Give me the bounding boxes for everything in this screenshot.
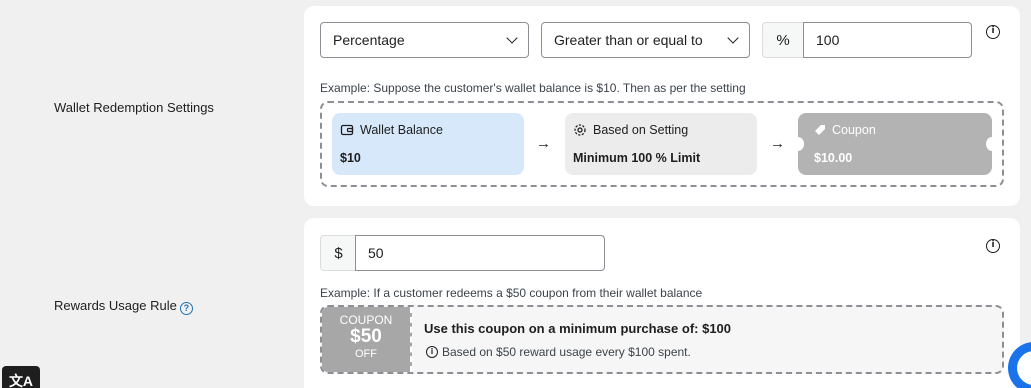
coupon-value: $10.00: [814, 151, 853, 165]
info-icon[interactable]: i: [986, 25, 1000, 39]
redemption-type-select[interactable]: Percentage: [320, 22, 529, 58]
info-icon: i: [426, 346, 438, 358]
coupon-title: Coupon: [832, 123, 876, 137]
arrow-right-icon: →: [536, 135, 551, 152]
coupon-stub: COUPON $50 OFF: [322, 307, 412, 372]
help-icon[interactable]: ?: [179, 302, 193, 315]
chevron-down-icon: [506, 32, 518, 44]
tag-icon: [815, 125, 825, 135]
wallet-redemption-label: Wallet Redemption Settings: [54, 100, 214, 115]
coupon-stub-amount: $50: [350, 326, 382, 347]
setting-value: Minimum 100 % Limit: [573, 151, 701, 165]
wallet-balance-title: Wallet Balance: [360, 123, 443, 137]
gear-icon: [574, 124, 586, 136]
chevron-down-icon: [727, 32, 739, 44]
coupon-stub-top: COUPON: [339, 313, 393, 327]
coupon-note-row: i Based on $50 reward usage every $100 s…: [426, 345, 691, 359]
coupon-stub-bottom: OFF: [355, 348, 377, 360]
coupon-tile: Coupon $10.00: [792, 113, 998, 175]
translate-button[interactable]: 文A: [2, 366, 40, 388]
coupon-note: Based on $50 reward usage every $100 spe…: [442, 345, 691, 359]
redemption-example-text: Example: Suppose the customer's wallet b…: [320, 81, 746, 95]
setting-tile: Based on Setting Minimum 100 % Limit: [565, 113, 757, 175]
rewards-usage-label: Rewards Usage Rule?: [54, 298, 193, 315]
rewards-amount-input[interactable]: 50: [355, 235, 605, 271]
coupon-headline: Use this coupon on a minimum purchase of…: [424, 321, 732, 336]
wallet-balance-value: $10: [340, 151, 361, 165]
setting-title: Based on Setting: [593, 123, 689, 137]
rewards-usage-label-text: Rewards Usage Rule: [54, 298, 177, 313]
info-icon[interactable]: i: [986, 239, 1000, 253]
redemption-type-value: Percentage: [333, 32, 405, 48]
redemption-condition-select[interactable]: Greater than or equal to: [541, 22, 750, 58]
rewards-usage-card: $ 50 i Example: If a customer redeems a …: [304, 218, 1020, 388]
redemption-amount-input[interactable]: 100: [803, 22, 972, 58]
redemption-condition-value: Greater than or equal to: [554, 32, 703, 48]
wallet-balance-tile: Wallet Balance $10: [332, 113, 524, 175]
rewards-example-text: Example: If a customer redeems a $50 cou…: [320, 286, 703, 300]
wallet-redemption-card: Percentage Greater than or equal to % 10…: [304, 6, 1020, 206]
percent-addon: %: [762, 22, 803, 58]
rewards-coupon-box: COUPON $50 OFF Use this coupon on a mini…: [320, 305, 1004, 374]
redemption-flow-box: Wallet Balance $10 → Based on Setting Mi…: [320, 101, 1004, 187]
arrow-right-icon: →: [770, 135, 785, 152]
currency-addon: $: [320, 235, 356, 271]
wallet-icon: [340, 124, 354, 136]
